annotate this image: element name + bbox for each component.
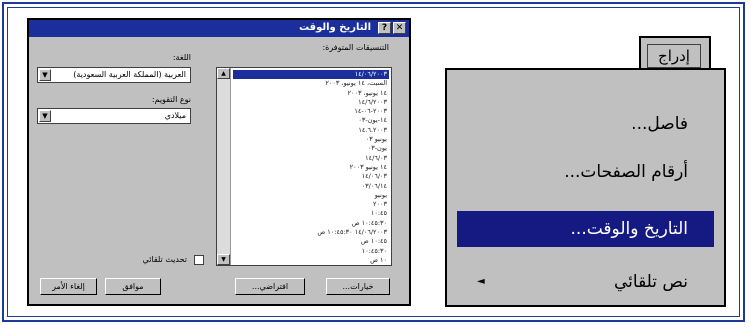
format-option[interactable]: ٠٣/٠٦/١٤ <box>233 182 389 191</box>
format-option[interactable]: ١٤.٦.٢٠٠٣ <box>233 126 389 135</box>
auto-update-checkbox[interactable] <box>194 255 204 265</box>
menu-item-page-numbers[interactable]: أرقام الصفحات... <box>457 154 714 190</box>
cancel-button[interactable]: إلغاء الأمر <box>40 278 97 295</box>
format-option[interactable]: ١٤/٦/٢٠٠٣ <box>233 98 389 107</box>
menu-item-break[interactable]: فاصل... <box>457 106 714 142</box>
insert-dropdown-menu: فاصل... أرقام الصفحات... التاريخ والوقت.… <box>445 68 726 307</box>
format-option[interactable]: السبت، ١٤ يونيو، ٢٠٠٣ <box>233 79 389 88</box>
calendar-type-value: ميلادي <box>164 111 186 120</box>
fonts-button[interactable]: خيارات... <box>326 278 390 295</box>
dialog-title-bar[interactable]: التاريخ والوقت ✕ ? <box>29 20 409 37</box>
language-value: العربية (المملكة العربية السعودية) <box>73 70 186 79</box>
menu-item-label: التاريخ والوقت... <box>570 219 688 239</box>
calendar-type-select[interactable]: ميلادي ▼ <box>37 108 191 124</box>
submenu-arrow-icon: ◄ <box>477 276 485 287</box>
format-option[interactable]: ١٤/٠٦/٢٠٠٣ ١٠:٤٥:٣٠ ص <box>233 228 389 237</box>
auto-update-label: تحديث تلقائي <box>142 255 187 264</box>
menu-item-label: فاصل... <box>631 114 688 134</box>
language-select[interactable]: العربية (المملكة العربية السعودية) ▼ <box>37 67 191 83</box>
chevron-down-icon[interactable]: ▼ <box>39 110 51 122</box>
format-option[interactable]: يون-٠٣ <box>233 144 389 153</box>
menu-item-date-time[interactable]: التاريخ والوقت... <box>457 211 714 247</box>
default-button[interactable]: افتراضي... <box>235 278 305 295</box>
formats-rows: ١٤/٠٦/٢٠٠٣ السبت، ١٤ يونيو، ٢٠٠٣ ١٤ يونيو،… <box>233 70 389 266</box>
date-time-dialog: التاريخ والوقت ✕ ? التنسيقات المتوفرة: ▲… <box>27 18 411 306</box>
format-option[interactable]: ١٠ ص <box>233 256 389 265</box>
format-option[interactable]: ١٠:٤٥ <box>233 209 389 218</box>
insert-menu-label: إدراج <box>647 44 701 68</box>
ok-button[interactable]: موافق <box>105 278 161 295</box>
format-option[interactable]: ١٤ يونيو ٢٠٠٣ <box>233 163 389 172</box>
format-option[interactable]: ٤٥:٣٠ <box>233 265 389 266</box>
calendar-type-label: نوع التقويم: <box>151 95 191 104</box>
close-button[interactable]: ✕ <box>393 22 406 34</box>
menu-item-label: أرقام الصفحات... <box>564 162 688 182</box>
format-option[interactable]: ١٠:٤٥ ص <box>233 237 389 246</box>
dialog-title: التاريخ والوقت <box>298 22 371 33</box>
format-option[interactable]: ١٤/٠٦/٠٣ <box>233 172 389 181</box>
chevron-down-icon[interactable]: ▼ <box>39 69 51 81</box>
format-option[interactable]: ١٤ يونيو، ٢٠٠٣ <box>233 89 389 98</box>
scroll-up-arrow-icon[interactable]: ▲ <box>217 68 230 79</box>
formats-label: التنسيقات المتوفرة: <box>322 43 389 52</box>
format-option[interactable]: ١٤-يون-٠٣ <box>233 116 389 125</box>
format-option[interactable]: ١٤/٠٦/٢٠٠٣ <box>233 70 389 80</box>
menu-item-label: نص تلقائي <box>613 272 688 292</box>
format-option[interactable]: ٢٠٠٣ <box>233 200 389 209</box>
format-option[interactable]: ١٤/٦/٠٣ <box>233 154 389 163</box>
format-option[interactable]: ١٠:٤٥:٣٠ ص <box>233 219 389 228</box>
format-option[interactable]: يونيو ٠٣ <box>233 135 389 144</box>
formats-list[interactable]: ▲ ▼ ١٤/٠٦/٢٠٠٣ السبت، ١٤ يونيو، ٢٠٠٣ ١٤ يو… <box>216 67 392 266</box>
scroll-down-arrow-icon[interactable]: ▼ <box>217 254 230 265</box>
format-option[interactable]: يونيو <box>233 191 389 200</box>
help-button[interactable]: ? <box>378 22 391 34</box>
formats-scrollbar[interactable]: ▲ ▼ <box>217 68 231 265</box>
menu-item-autotext[interactable]: نص تلقائي ◄ <box>457 264 714 300</box>
language-label: اللغة: <box>172 53 191 62</box>
format-option[interactable]: ٢٠٠٣-٠٦-١٤ <box>233 107 389 116</box>
format-option[interactable]: ١٠:٤٥:٣٠ <box>233 247 389 256</box>
